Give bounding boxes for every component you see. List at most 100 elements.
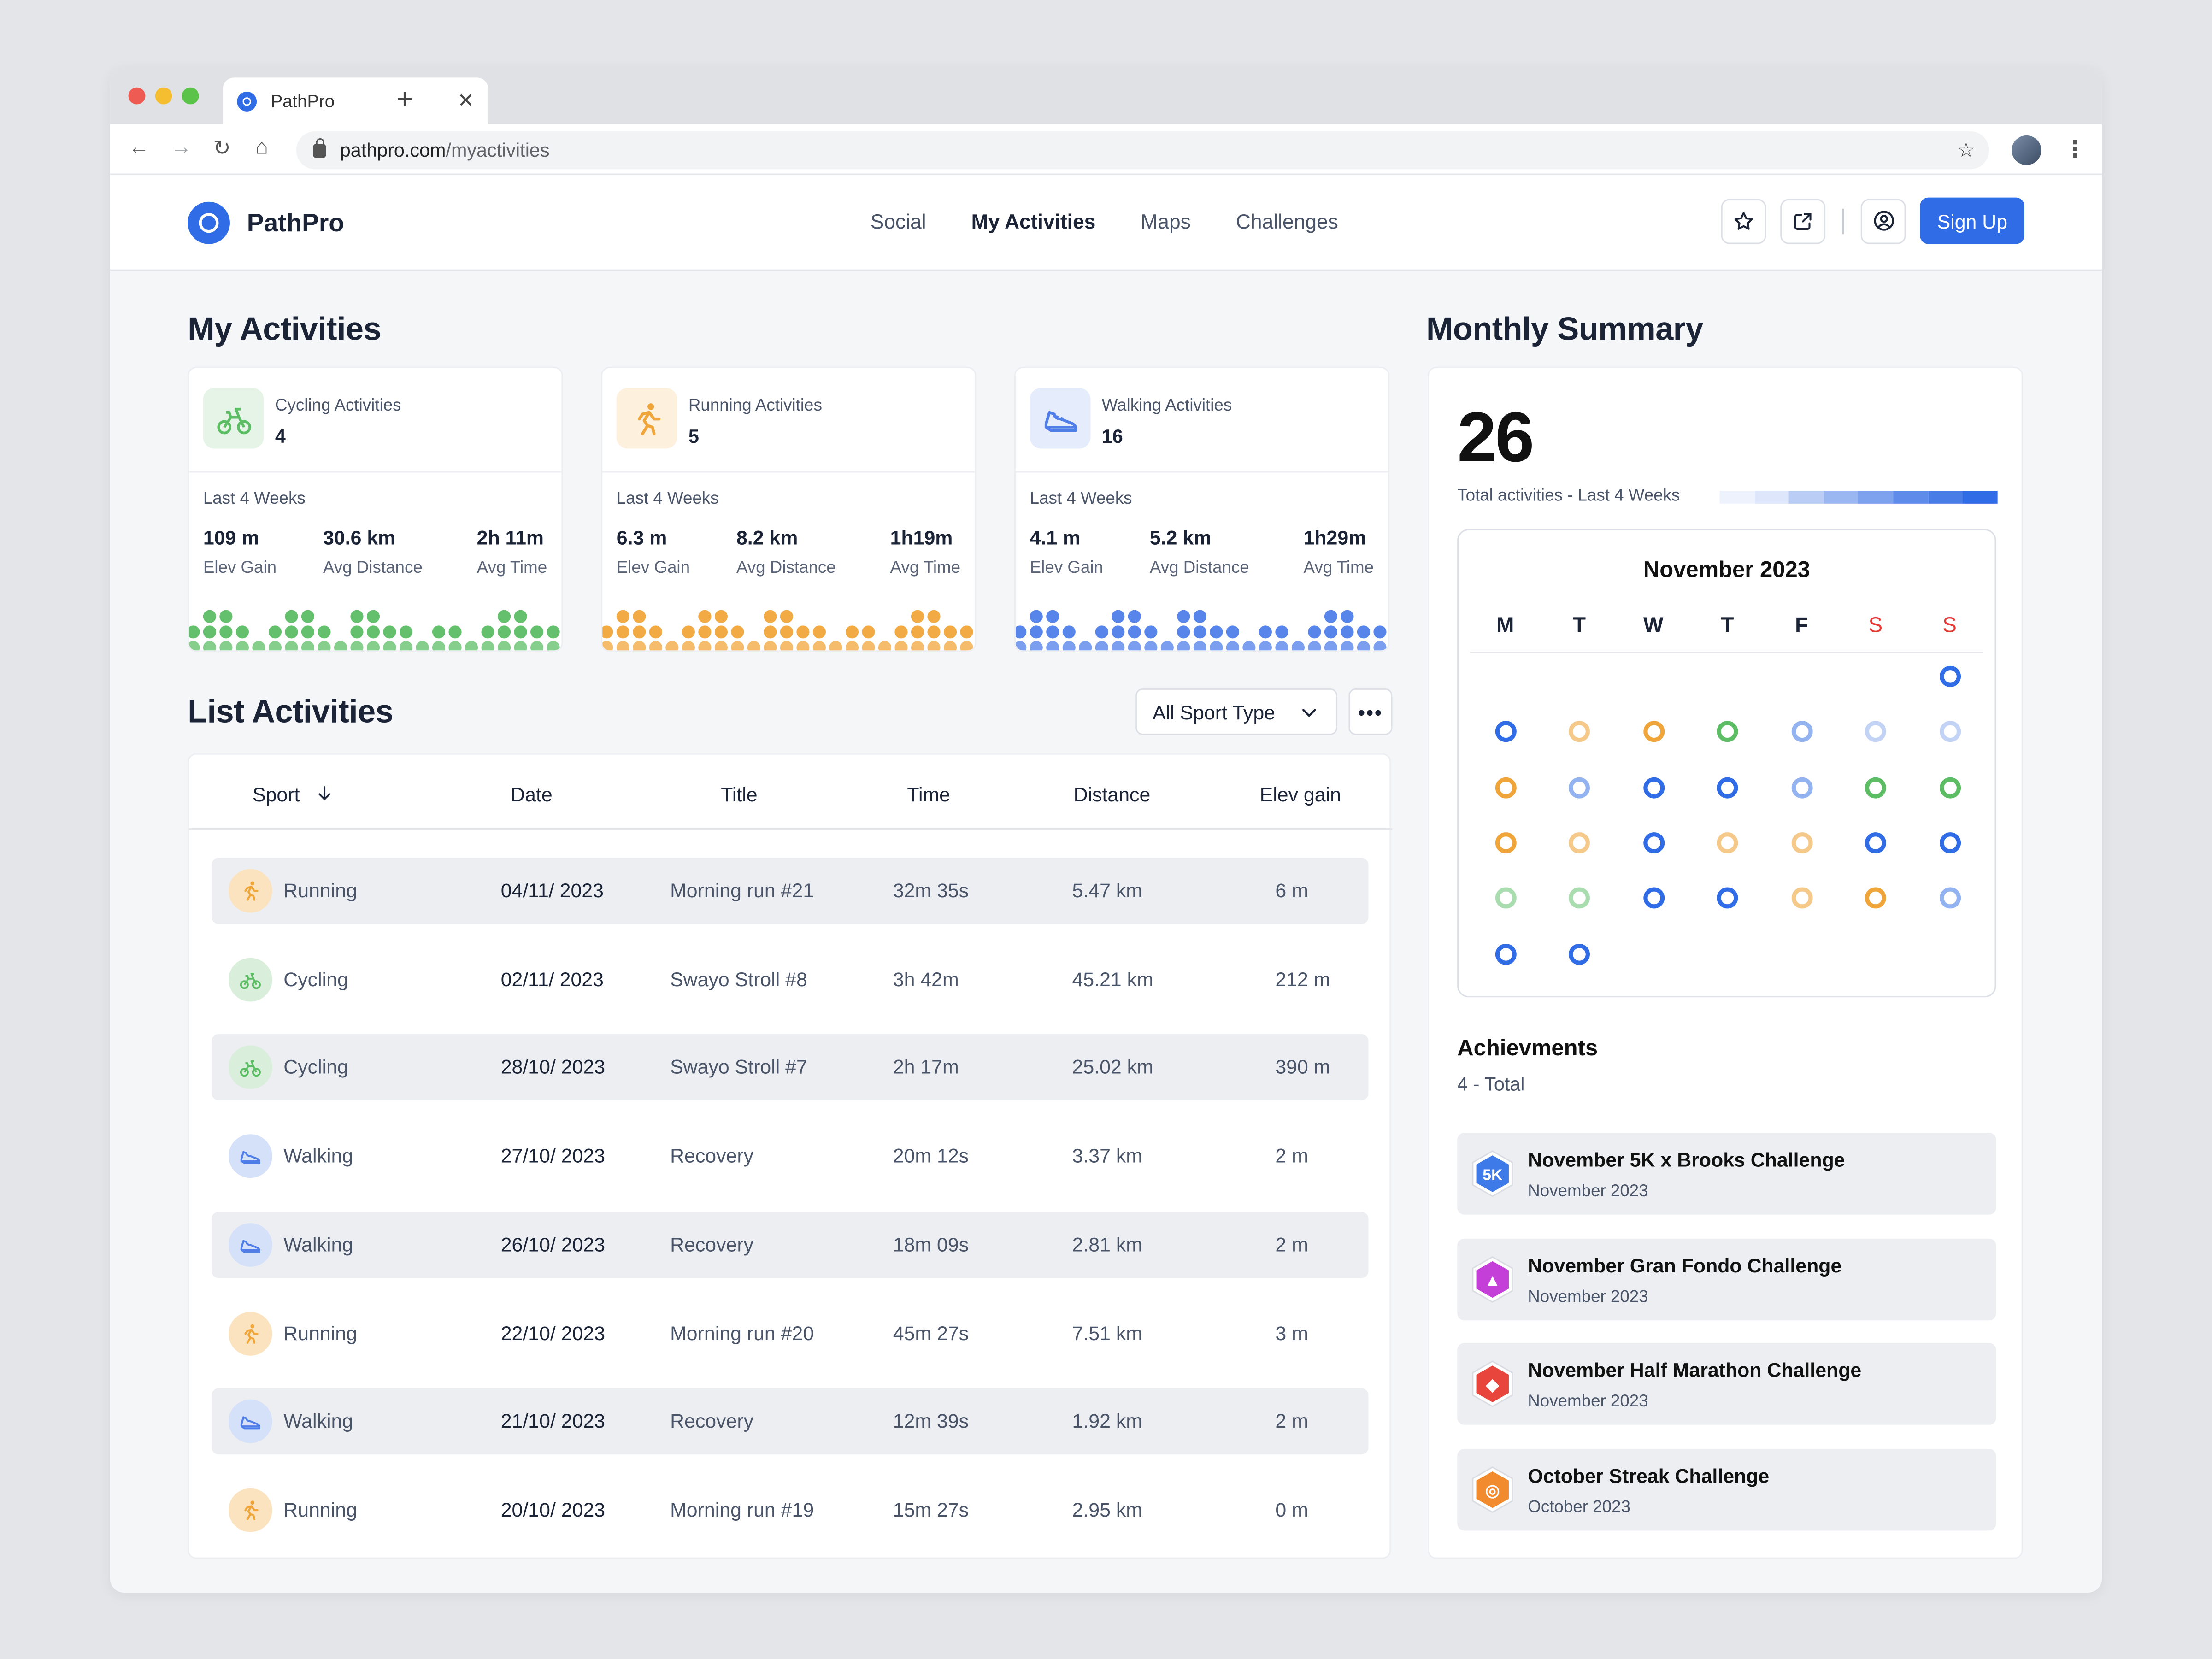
calendar-day-marker[interactable]: [1569, 943, 1590, 965]
calendar-day-marker[interactable]: [1791, 888, 1812, 909]
calendar-day-marker[interactable]: [1642, 832, 1664, 853]
home-icon[interactable]: ⌂: [255, 135, 268, 159]
calendar-day-marker[interactable]: [1791, 721, 1812, 743]
activity-dot: [1095, 641, 1108, 651]
nav-challenges[interactable]: Challenges: [1236, 212, 1338, 234]
achievement-item[interactable]: ◎ October Streak Challenge October 2023: [1457, 1448, 1996, 1530]
calendar-day-marker[interactable]: [1569, 721, 1590, 743]
calendar-day-marker[interactable]: [1717, 777, 1738, 798]
achievement-item[interactable]: 5K November 5K x Brooks Challenge November…: [1457, 1133, 1996, 1215]
intensity-segment: [1754, 491, 1789, 504]
column-header-distance[interactable]: Distance: [1074, 783, 1151, 806]
activity-dot: [960, 641, 973, 651]
achievement-item[interactable]: ◆ November Half Marathon Challenge Novembe…: [1457, 1343, 1996, 1425]
column-header-elev-gain[interactable]: Elev gain: [1260, 783, 1341, 806]
achievement-item[interactable]: ▲ November Gran Fondo Challenge November 2…: [1457, 1238, 1996, 1320]
calendar-day-marker[interactable]: [1939, 832, 1960, 853]
close-window-button[interactable]: [128, 87, 146, 105]
activity-dot: [1128, 610, 1141, 623]
calendar-day-marker[interactable]: [1717, 832, 1738, 853]
browser-profile-avatar[interactable]: [2012, 135, 2041, 165]
column-header-title[interactable]: Title: [721, 783, 757, 806]
column-header-sport[interactable]: Sport: [253, 783, 334, 806]
app-logo[interactable]: PathPro: [188, 201, 344, 244]
cycling-stat-card[interactable]: Cycling Activities 4 Last 4 Weeks 109 m E…: [188, 366, 563, 652]
table-row[interactable]: Running 04/11/ 2023 Morning run #21 32m 35s…: [212, 858, 1369, 924]
share-button[interactable]: [1780, 198, 1826, 244]
table-row[interactable]: Cycling 02/11/ 2023 Swayo Stroll #8 3h 42m 4…: [212, 946, 1368, 1012]
calendar-day-marker[interactable]: [1494, 888, 1516, 909]
calendar-day-marker[interactable]: [1939, 721, 1960, 743]
table-row[interactable]: Cycling 28/10/ 2023 Swayo Stroll #7 2h 17m 2…: [212, 1035, 1369, 1101]
calendar-day-marker[interactable]: [1865, 832, 1886, 853]
activity-dot: [1046, 641, 1059, 651]
running-stat-card[interactable]: Running Activities 5 Last 4 Weeks 6.3 m E…: [601, 366, 977, 652]
calendar-day-marker[interactable]: [1865, 777, 1886, 798]
url-field[interactable]: pathpro.com/myactivities ☆: [296, 131, 1989, 170]
cell-sport: Walking: [283, 1409, 353, 1432]
activity-dot: [416, 641, 429, 651]
calendar-day-marker[interactable]: [1642, 888, 1664, 909]
activity-dot: [682, 641, 695, 651]
table-row[interactable]: Running 20/10/ 2023 Morning run #19 15m 27s…: [212, 1477, 1368, 1543]
activity-dot: [1112, 625, 1125, 639]
activity-dot: [301, 641, 315, 651]
sort-down-arrow-icon[interactable]: [317, 784, 334, 803]
sport-type-dropdown[interactable]: All Sport Type: [1135, 688, 1338, 735]
achievement-title: November Half Marathon Challenge: [1528, 1358, 1862, 1381]
achievement-date: November 2023: [1528, 1391, 1648, 1411]
activity-dot: [497, 610, 511, 623]
browser-tab[interactable]: PathPro ✕: [223, 77, 488, 124]
activity-dot: [481, 625, 494, 639]
signup-button[interactable]: Sign Up: [1920, 197, 2024, 244]
calendar-day-marker[interactable]: [1865, 888, 1886, 909]
new-tab-icon[interactable]: +: [396, 85, 413, 117]
close-tab-icon[interactable]: ✕: [458, 89, 474, 113]
calendar-day-marker[interactable]: [1791, 832, 1812, 853]
metric-value: 6.3 m: [616, 526, 667, 549]
walking-stat-card[interactable]: Walking Activities 16 Last 4 Weeks 4.1 m…: [1014, 366, 1390, 652]
table-row[interactable]: Running 22/10/ 2023 Morning run #20 45m 27s…: [212, 1300, 1368, 1366]
calendar-day-marker[interactable]: [1494, 943, 1516, 965]
nav-my-activities[interactable]: My Activities: [971, 212, 1096, 234]
account-button[interactable]: [1861, 198, 1906, 244]
calendar-day-marker[interactable]: [1717, 721, 1738, 743]
activity-dot: [1291, 641, 1305, 651]
cell-date: 20/10/ 2023: [500, 1498, 606, 1521]
forward-arrow-icon[interactable]: →: [171, 135, 192, 159]
calendar-day-marker[interactable]: [1939, 777, 1960, 798]
maximize-window-button[interactable]: [182, 87, 199, 105]
cell-title: Morning run #19: [670, 1498, 814, 1521]
calendar-day-marker[interactable]: [1939, 665, 1960, 687]
column-header-time[interactable]: Time: [907, 783, 950, 806]
reload-icon[interactable]: ↻: [213, 135, 231, 161]
minimize-window-button[interactable]: [155, 87, 172, 105]
star-icon: [1735, 211, 1753, 229]
more-options-button[interactable]: •••: [1348, 688, 1393, 735]
calendar-day-marker[interactable]: [1494, 777, 1516, 798]
table-row[interactable]: Walking 26/10/ 2023 Recovery 18m 09s 2.81 km…: [212, 1211, 1369, 1278]
nav-maps[interactable]: Maps: [1141, 212, 1191, 234]
calendar-day-marker[interactable]: [1642, 777, 1664, 798]
calendar-day-marker[interactable]: [1569, 777, 1590, 798]
calendar-day-marker[interactable]: [1494, 832, 1516, 853]
calendar-day-marker[interactable]: [1717, 888, 1738, 909]
calendar-day-marker[interactable]: [1569, 832, 1590, 853]
column-header-date[interactable]: Date: [511, 783, 553, 806]
table-row[interactable]: Walking 27/10/ 2023 Recovery 20m 12s 3.37 km…: [212, 1123, 1368, 1189]
back-arrow-icon[interactable]: ←: [129, 135, 150, 159]
calendar-day-marker[interactable]: [1865, 721, 1886, 743]
activity-dot: [1341, 610, 1354, 623]
calendar-day-marker[interactable]: [1791, 777, 1812, 798]
favorites-button[interactable]: [1721, 198, 1767, 244]
metric-value: 109 m: [203, 526, 259, 549]
calendar-day-marker[interactable]: [1642, 721, 1664, 743]
nav-social[interactable]: Social: [871, 212, 926, 234]
calendar-day-marker[interactable]: [1569, 888, 1590, 909]
bookmark-star-icon[interactable]: ☆: [1957, 138, 1975, 162]
table-row[interactable]: Walking 21/10/ 2023 Recovery 12m 39s 1.92 km…: [212, 1388, 1369, 1455]
calendar-day-marker[interactable]: [1939, 888, 1960, 909]
activity-dot: [366, 625, 380, 639]
browser-menu-icon[interactable]: ⋮: [2064, 135, 2087, 164]
calendar-day-marker[interactable]: [1494, 721, 1516, 743]
